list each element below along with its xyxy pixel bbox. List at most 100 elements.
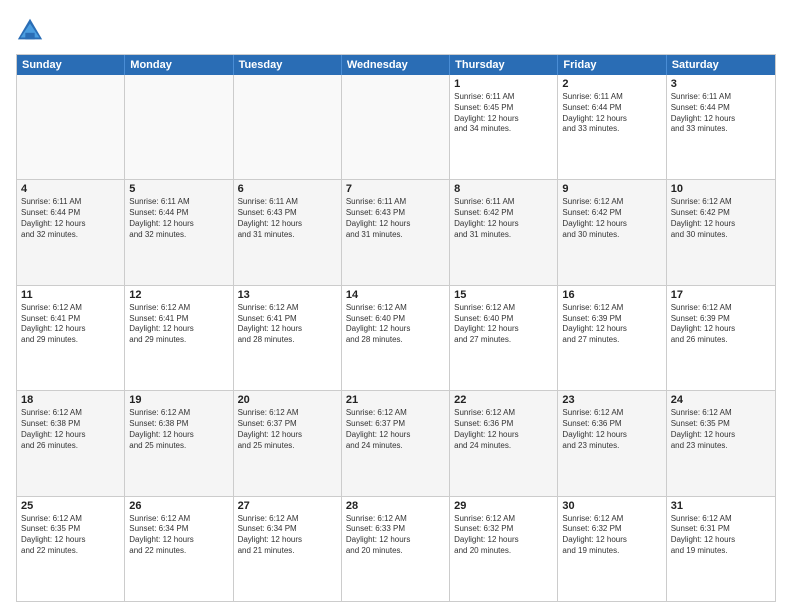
- day-number: 10: [671, 183, 771, 195]
- day-number: 1: [454, 78, 553, 90]
- day-number: 2: [562, 78, 661, 90]
- header-day-thursday: Thursday: [450, 55, 558, 75]
- calendar-cell: 13 Sunrise: 6:12 AM Sunset: 6:41 PM Dayli…: [234, 286, 342, 390]
- calendar-cell: 3Sunrise: 6:11 AM Sunset: 6:44 PM Daylig…: [667, 75, 775, 179]
- day-number: 26: [129, 500, 228, 512]
- cell-info: Sunrise: 6:12 AM Sunset: 6:40 PM Dayligh…: [454, 303, 553, 346]
- calendar-cell: 17 Sunrise: 6:12 AM Sunset: 6:39 PM Dayli…: [667, 286, 775, 390]
- day-number: 20: [238, 394, 337, 406]
- header-day-wednesday: Wednesday: [342, 55, 450, 75]
- calendar-cell: 20 Sunrise: 6:12 AM Sunset: 6:37 PM Dayli…: [234, 391, 342, 495]
- day-number: 16: [562, 289, 661, 301]
- cell-info: Sunrise: 6:12 AM Sunset: 6:34 PM Dayligh…: [238, 514, 337, 557]
- cell-info: Sunrise: 6:11 AM Sunset: 6:44 PM Dayligh…: [129, 197, 228, 240]
- calendar-cell: 18 Sunrise: 6:12 AM Sunset: 6:38 PM Dayli…: [17, 391, 125, 495]
- day-number: 4: [21, 183, 120, 195]
- calendar-cell: 7 Sunrise: 6:11 AM Sunset: 6:43 PM Daylig…: [342, 180, 450, 284]
- cell-info: Sunrise: 6:11 AM Sunset: 6:42 PM Dayligh…: [454, 197, 553, 240]
- day-number: 12: [129, 289, 228, 301]
- day-number: 27: [238, 500, 337, 512]
- day-number: 24: [671, 394, 771, 406]
- calendar-cell: 27 Sunrise: 6:12 AM Sunset: 6:34 PM Dayli…: [234, 497, 342, 601]
- day-number: 18: [21, 394, 120, 406]
- calendar-row: 4 Sunrise: 6:11 AM Sunset: 6:44 PM Daylig…: [17, 180, 775, 285]
- cell-info: Sunrise: 6:12 AM Sunset: 6:41 PM Dayligh…: [21, 303, 120, 346]
- calendar-cell: 8Sunrise: 6:11 AM Sunset: 6:42 PM Daylig…: [450, 180, 558, 284]
- calendar-cell: 16Sunrise: 6:12 AM Sunset: 6:39 PM Dayli…: [558, 286, 666, 390]
- cell-info: Sunrise: 6:12 AM Sunset: 6:38 PM Dayligh…: [21, 408, 120, 451]
- cell-info: Sunrise: 6:12 AM Sunset: 6:32 PM Dayligh…: [562, 514, 661, 557]
- calendar-cell: 29 Sunrise: 6:12 AM Sunset: 6:32 PM Dayli…: [450, 497, 558, 601]
- calendar-cell: 22Sunrise: 6:12 AM Sunset: 6:36 PM Dayli…: [450, 391, 558, 495]
- header: [16, 16, 776, 44]
- day-number: 30: [562, 500, 661, 512]
- day-number: 15: [454, 289, 553, 301]
- cell-info: Sunrise: 6:11 AM Sunset: 6:45 PM Dayligh…: [454, 92, 553, 135]
- calendar: SundayMondayTuesdayWednesdayThursdayFrid…: [16, 54, 776, 602]
- page: SundayMondayTuesdayWednesdayThursdayFrid…: [0, 0, 792, 612]
- cell-info: Sunrise: 6:12 AM Sunset: 6:42 PM Dayligh…: [562, 197, 661, 240]
- calendar-cell: 2Sunrise: 6:11 AM Sunset: 6:44 PM Daylig…: [558, 75, 666, 179]
- cell-info: Sunrise: 6:12 AM Sunset: 6:35 PM Dayligh…: [671, 408, 771, 451]
- header-day-friday: Friday: [558, 55, 666, 75]
- day-number: 17: [671, 289, 771, 301]
- cell-info: Sunrise: 6:12 AM Sunset: 6:31 PM Dayligh…: [671, 514, 771, 557]
- day-number: 28: [346, 500, 445, 512]
- cell-info: Sunrise: 6:12 AM Sunset: 6:37 PM Dayligh…: [346, 408, 445, 451]
- cell-info: Sunrise: 6:11 AM Sunset: 6:44 PM Dayligh…: [21, 197, 120, 240]
- calendar-cell: 24 Sunrise: 6:12 AM Sunset: 6:35 PM Dayli…: [667, 391, 775, 495]
- day-number: 7: [346, 183, 445, 195]
- calendar-row: 11 Sunrise: 6:12 AM Sunset: 6:41 PM Dayli…: [17, 286, 775, 391]
- cell-info: Sunrise: 6:12 AM Sunset: 6:41 PM Dayligh…: [129, 303, 228, 346]
- calendar-cell: 4 Sunrise: 6:11 AM Sunset: 6:44 PM Daylig…: [17, 180, 125, 284]
- day-number: 21: [346, 394, 445, 406]
- header-day-tuesday: Tuesday: [234, 55, 342, 75]
- calendar-cell: 6Sunrise: 6:11 AM Sunset: 6:43 PM Daylig…: [234, 180, 342, 284]
- calendar-cell: 15 Sunrise: 6:12 AM Sunset: 6:40 PM Dayli…: [450, 286, 558, 390]
- day-number: 9: [562, 183, 661, 195]
- day-number: 14: [346, 289, 445, 301]
- cell-info: Sunrise: 6:11 AM Sunset: 6:43 PM Dayligh…: [346, 197, 445, 240]
- cell-info: Sunrise: 6:11 AM Sunset: 6:43 PM Dayligh…: [238, 197, 337, 240]
- cell-info: Sunrise: 6:12 AM Sunset: 6:38 PM Dayligh…: [129, 408, 228, 451]
- cell-info: Sunrise: 6:12 AM Sunset: 6:40 PM Dayligh…: [346, 303, 445, 346]
- calendar-cell: 14 Sunrise: 6:12 AM Sunset: 6:40 PM Dayli…: [342, 286, 450, 390]
- calendar-cell: 28 Sunrise: 6:12 AM Sunset: 6:33 PM Dayli…: [342, 497, 450, 601]
- calendar-cell: 23Sunrise: 6:12 AM Sunset: 6:36 PM Dayli…: [558, 391, 666, 495]
- day-number: 29: [454, 500, 553, 512]
- calendar-cell: 9 Sunrise: 6:12 AM Sunset: 6:42 PM Daylig…: [558, 180, 666, 284]
- calendar-cell: [342, 75, 450, 179]
- day-number: 25: [21, 500, 120, 512]
- cell-info: Sunrise: 6:12 AM Sunset: 6:42 PM Dayligh…: [671, 197, 771, 240]
- calendar-cell: 12 Sunrise: 6:12 AM Sunset: 6:41 PM Dayli…: [125, 286, 233, 390]
- logo-icon: [16, 16, 44, 44]
- calendar-cell: 11 Sunrise: 6:12 AM Sunset: 6:41 PM Dayli…: [17, 286, 125, 390]
- cell-info: Sunrise: 6:12 AM Sunset: 6:39 PM Dayligh…: [671, 303, 771, 346]
- header-day-sunday: Sunday: [17, 55, 125, 75]
- day-number: 31: [671, 500, 771, 512]
- cell-info: Sunrise: 6:11 AM Sunset: 6:44 PM Dayligh…: [671, 92, 771, 135]
- calendar-cell: [17, 75, 125, 179]
- header-day-saturday: Saturday: [667, 55, 775, 75]
- cell-info: Sunrise: 6:12 AM Sunset: 6:36 PM Dayligh…: [454, 408, 553, 451]
- calendar-row: 18 Sunrise: 6:12 AM Sunset: 6:38 PM Dayli…: [17, 391, 775, 496]
- calendar-cell: 25Sunrise: 6:12 AM Sunset: 6:35 PM Dayli…: [17, 497, 125, 601]
- cell-info: Sunrise: 6:12 AM Sunset: 6:34 PM Dayligh…: [129, 514, 228, 557]
- calendar-cell: 26 Sunrise: 6:12 AM Sunset: 6:34 PM Dayli…: [125, 497, 233, 601]
- calendar-cell: 19 Sunrise: 6:12 AM Sunset: 6:38 PM Dayli…: [125, 391, 233, 495]
- calendar-cell: 31 Sunrise: 6:12 AM Sunset: 6:31 PM Dayli…: [667, 497, 775, 601]
- calendar-cell: [234, 75, 342, 179]
- header-day-monday: Monday: [125, 55, 233, 75]
- day-number: 11: [21, 289, 120, 301]
- calendar-row: 1 Sunrise: 6:11 AM Sunset: 6:45 PM Daylig…: [17, 75, 775, 180]
- cell-info: Sunrise: 6:12 AM Sunset: 6:41 PM Dayligh…: [238, 303, 337, 346]
- cell-info: Sunrise: 6:12 AM Sunset: 6:33 PM Dayligh…: [346, 514, 445, 557]
- cell-info: Sunrise: 6:12 AM Sunset: 6:32 PM Dayligh…: [454, 514, 553, 557]
- calendar-cell: 1 Sunrise: 6:11 AM Sunset: 6:45 PM Daylig…: [450, 75, 558, 179]
- calendar-cell: [125, 75, 233, 179]
- day-number: 19: [129, 394, 228, 406]
- day-number: 23: [562, 394, 661, 406]
- day-number: 13: [238, 289, 337, 301]
- logo: [16, 16, 48, 44]
- cell-info: Sunrise: 6:12 AM Sunset: 6:37 PM Dayligh…: [238, 408, 337, 451]
